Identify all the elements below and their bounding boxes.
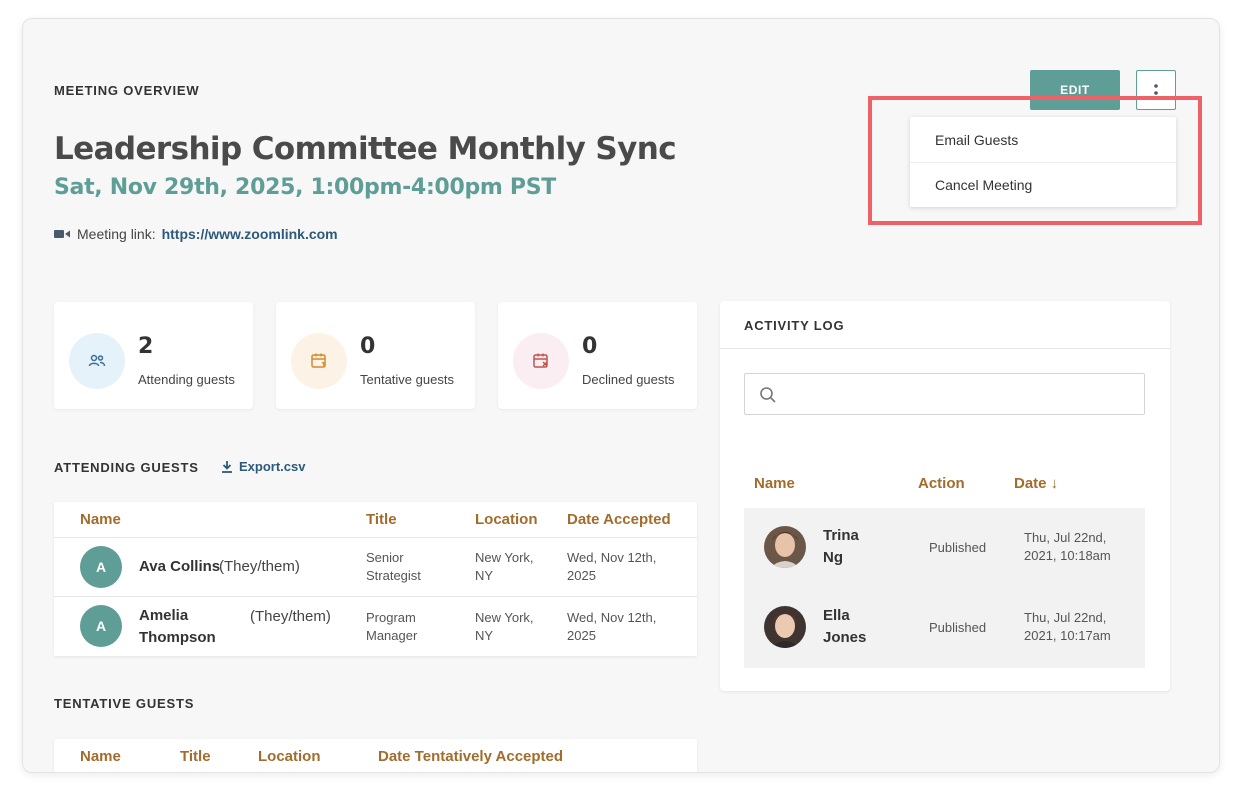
stat-card-tentative: 0 Tentative guests — [276, 302, 475, 409]
guest-location: New York, NY — [475, 610, 534, 643]
avatar: A — [80, 546, 122, 588]
guest-date-accepted: Wed, Nov 12th, 2025 — [567, 550, 657, 583]
activity-log-panel: ACTIVITY LOG Name Action Date ↓ Trina Ng … — [720, 301, 1170, 691]
column-header-title[interactable]: Title — [366, 511, 397, 528]
activity-log-heading: ACTIVITY LOG — [744, 318, 845, 333]
activity-search-input[interactable] — [744, 373, 1145, 415]
column-header-date-tentatively-accepted[interactable]: Date Tentatively Accepted — [378, 748, 563, 765]
log-user-name: Trina Ng — [823, 527, 859, 566]
tentative-guests-table: Name Title Location Date Tentatively Acc… — [54, 739, 697, 772]
calendar-x-icon — [513, 333, 569, 389]
stat-value: 0 — [582, 334, 598, 359]
stat-value: 2 — [138, 334, 154, 359]
menu-item-email-guests[interactable]: Email Guests — [910, 117, 1176, 162]
meeting-link-label: Meeting link: — [77, 226, 156, 242]
column-header-title[interactable]: Title — [180, 748, 211, 765]
avatar: A — [80, 605, 122, 647]
vertical-dots-icon — [1154, 84, 1158, 95]
log-column-header-action[interactable]: Action — [918, 475, 965, 492]
search-icon — [760, 387, 776, 403]
log-action: Published — [929, 620, 987, 635]
avatar — [764, 606, 806, 648]
download-icon — [222, 461, 232, 473]
meeting-overview-card: MEETING OVERVIEW Leadership Committee Mo… — [22, 18, 1220, 773]
log-user-name: Ella Jones — [823, 607, 867, 646]
meeting-link[interactable]: https://www.zoomlink.com — [162, 226, 338, 242]
log-column-header-name[interactable]: Name — [754, 475, 795, 492]
export-csv-link[interactable]: Export.csv — [221, 459, 305, 474]
export-csv-label: Export.csv — [239, 459, 306, 474]
page-title: Leadership Committee Monthly Sync — [54, 131, 677, 167]
stat-card-declined: 0 Declined guests — [498, 302, 697, 409]
guest-pronouns: (They/them) — [219, 558, 300, 575]
tentative-guests-heading: TENTATIVE GUESTS — [54, 696, 195, 711]
list-item[interactable]: Ella Jones Published Thu, Jul 22nd, 2021, … — [744, 588, 1145, 668]
guest-name: Ava Collins — [139, 558, 221, 575]
more-options-menu: Email Guests Cancel Meeting — [910, 117, 1176, 207]
guest-name: Amelia Thompson — [139, 607, 216, 646]
log-action: Published — [929, 540, 987, 555]
section-eyebrow: MEETING OVERVIEW — [54, 83, 200, 98]
log-column-header-date-sorted[interactable]: Date ↓ — [1014, 475, 1058, 492]
table-row[interactable]: A Amelia Thompson (They/them) Program Mana… — [54, 596, 697, 656]
activity-log-list: Trina Ng Published Thu, Jul 22nd, 2021, 10… — [744, 508, 1145, 668]
table-row[interactable]: A Ava Collins (They/them) Senior Strategi… — [54, 537, 697, 596]
guest-title: Senior Strategist — [366, 550, 421, 583]
attending-guests-heading: ATTENDING GUESTS — [54, 460, 199, 475]
calendar-question-icon — [291, 333, 347, 389]
column-header-name[interactable]: Name — [80, 511, 121, 528]
column-header-location[interactable]: Location — [475, 511, 538, 528]
stat-label: Tentative guests — [360, 372, 454, 387]
guest-title: Program Manager — [366, 610, 418, 643]
column-header-name[interactable]: Name — [80, 748, 121, 765]
column-header-location[interactable]: Location — [258, 748, 321, 765]
attending-guests-table: Name Title Location Date Accepted A Ava … — [54, 502, 697, 656]
log-date: Thu, Jul 22nd, 2021, 10:17am — [1024, 610, 1111, 643]
stat-value: 0 — [360, 334, 376, 359]
more-options-button[interactable] — [1136, 70, 1176, 110]
log-date: Thu, Jul 22nd, 2021, 10:18am — [1024, 530, 1111, 563]
stat-label: Declined guests — [582, 372, 675, 387]
meeting-datetime: Sat, Nov 29th, 2025, 1:00pm-4:00pm PST — [54, 175, 556, 200]
meeting-link-row: Meeting link: https://www.zoomlink.com — [54, 226, 338, 242]
column-header-date-accepted[interactable]: Date Accepted — [567, 511, 671, 528]
edit-button[interactable]: EDIT — [1030, 70, 1120, 110]
people-icon — [69, 333, 125, 389]
avatar — [764, 526, 806, 568]
list-item[interactable]: Trina Ng Published Thu, Jul 22nd, 2021, 10… — [744, 508, 1145, 588]
stat-label: Attending guests — [138, 372, 235, 387]
guest-date-accepted: Wed, Nov 12th, 2025 — [567, 610, 657, 643]
divider — [720, 348, 1170, 349]
guest-location: New York, NY — [475, 550, 534, 583]
stat-card-attending: 2 Attending guests — [54, 302, 253, 409]
menu-item-cancel-meeting[interactable]: Cancel Meeting — [910, 162, 1176, 207]
video-camera-icon — [54, 226, 71, 242]
guest-pronouns: (They/them) — [250, 608, 331, 625]
